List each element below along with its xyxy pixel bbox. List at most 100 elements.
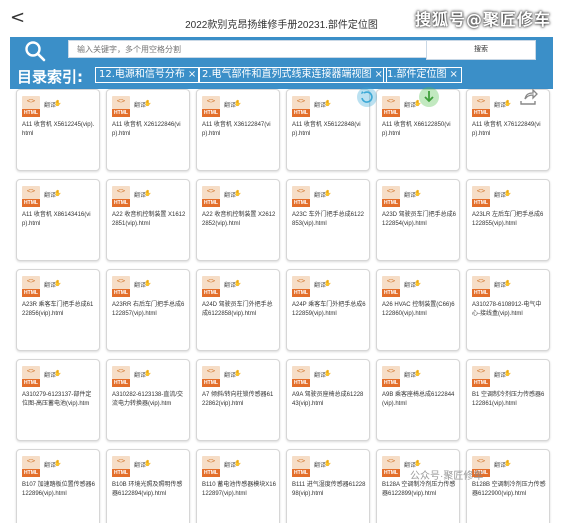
hand-icon: ✋ xyxy=(144,371,152,377)
html-badge: HTML xyxy=(112,379,130,387)
file-name: B128A 空调制冷剂压力传感器6122899(vip).html xyxy=(382,482,456,497)
code-glyph: <> xyxy=(26,277,36,285)
file-card[interactable]: <> HTML 翻译 ✋ A23R 乘客车门把手总成6122856(vip).html xyxy=(16,269,100,351)
html-file-icon: <> HTML xyxy=(292,276,310,298)
search-input[interactable] xyxy=(68,40,441,58)
main-panel: 搜索 目录索引: 12.电源和信号分布× 2.电气部件和直列式线束连接器端视图×… xyxy=(10,37,553,523)
file-name: B107 加速踏板位置传感器6122896(vip).html xyxy=(22,482,96,497)
code-glyph: <> xyxy=(116,367,126,375)
html-file-icon: <> HTML xyxy=(472,96,490,118)
html-file-icon: <> HTML xyxy=(292,366,310,388)
code-glyph: <> xyxy=(116,277,126,285)
code-glyph: <> xyxy=(386,277,396,285)
close-icon[interactable]: × xyxy=(188,69,196,80)
hand-icon: ✋ xyxy=(54,371,62,377)
file-name: A23D 驾驶员车门把手总成6122854(vip).html xyxy=(382,212,457,227)
file-name: A24P 乘客车门外把手总成6122859(vip).html xyxy=(292,302,366,317)
search-icon[interactable] xyxy=(24,40,46,62)
file-card[interactable]: <> HTML 翻译 ✋ B110 蓄电池传感器模块X16122897(vip).htm… xyxy=(196,449,280,523)
search-button[interactable]: 搜索 xyxy=(426,40,536,60)
file-name: A23C 车外门把手总成6122853(vip).html xyxy=(292,212,365,227)
file-card[interactable]: <> HTML 翻译 ✋ B128A 空调制冷剂压力传感器6122899(vip).ht… xyxy=(376,449,460,523)
file-card[interactable]: <> HTML 翻译 ✋ A7 倾斜/转向柱锁传感器6122862(vip).html xyxy=(196,359,280,441)
code-glyph: <> xyxy=(476,277,486,285)
file-card[interactable]: <> HTML 翻译 ✋ A310279-6123137-部件定位图-高压蓄电池(vip… xyxy=(16,359,100,441)
index-chip-power-signal[interactable]: 12.电源和信号分布 × xyxy=(95,67,201,83)
hand-icon: ✋ xyxy=(54,281,62,287)
file-name: A9A 驾驶员座椅总成6122843(vip).html xyxy=(292,392,364,407)
file-name: A7 倾斜/转向柱锁传感器6122862(vip).html xyxy=(202,392,274,407)
index-chip-connector-views[interactable]: 2.电气部件和直列式线束连接器端视图 × xyxy=(198,67,387,83)
html-file-icon: <> HTML xyxy=(112,456,130,478)
file-name: B10B 环境光照及照明传感器6122894(vip).html xyxy=(112,482,183,497)
file-card[interactable]: <> HTML 翻译 ✋ A23RR 右后车门把手总成6122857(vip).html xyxy=(106,269,190,351)
hand-icon: ✋ xyxy=(234,281,242,287)
file-card[interactable]: <> HTML 翻译 ✋ A24P 乘客车门外把手总成6122859(vip).html xyxy=(286,269,370,351)
html-badge: HTML xyxy=(292,469,310,477)
refresh-icon[interactable] xyxy=(356,86,378,108)
file-name: B111 进气湿度传感器6122898(vip).html xyxy=(292,482,366,497)
code-glyph: <> xyxy=(296,367,306,375)
hand-icon: ✋ xyxy=(234,461,242,467)
file-card[interactable]: <> HTML 翻译 ✋ A22 收音机控制装置 X26122852(vip).html xyxy=(196,179,280,261)
hand-icon: ✋ xyxy=(414,461,422,467)
hand-icon: ✋ xyxy=(414,281,422,287)
file-card[interactable]: <> HTML 翻译 ✋ A26 HVAC 控制装置(C66)6122860(vip).… xyxy=(376,269,460,351)
file-card[interactable]: <> HTML 翻译 ✋ A23LR 左后车门把手总成6122855(vip).html xyxy=(466,179,550,261)
file-card[interactable]: <> HTML 翻译 ✋ B1 空调制冷剂压力传感器6122861(vip).html xyxy=(466,359,550,441)
file-card[interactable]: <> HTML 翻译 ✋ B111 进气湿度传感器6122898(vip).html xyxy=(286,449,370,523)
html-badge: HTML xyxy=(472,109,490,117)
file-card[interactable]: <> HTML 翻译 ✋ A310282-6123138-直流/交流电力转换器(vip)… xyxy=(106,359,190,441)
html-file-icon: <> HTML xyxy=(202,366,220,388)
html-badge: HTML xyxy=(472,289,490,297)
code-glyph: <> xyxy=(296,187,306,195)
file-card[interactable]: <> HTML 翻译 ✋ A24D 驾驶员车门外把手总成6122858(vip).htm… xyxy=(196,269,280,351)
html-file-icon: <> HTML xyxy=(202,186,220,208)
file-card[interactable]: <> HTML 翻译 ✋ B107 加速踏板位置传感器6122896(vip).html xyxy=(16,449,100,523)
hand-icon: ✋ xyxy=(144,281,152,287)
file-card[interactable]: <> HTML 翻译 ✋ A23C 车外门把手总成6122853(vip).html xyxy=(286,179,370,261)
code-glyph: <> xyxy=(26,367,36,375)
file-card[interactable]: <> HTML 翻译 ✋ B10B 环境光照及照明传感器6122894(vip).htm… xyxy=(106,449,190,523)
html-badge: HTML xyxy=(202,109,220,117)
html-badge: HTML xyxy=(112,469,130,477)
file-name: A11 收音机 X76122849(vip).html xyxy=(472,122,541,137)
html-badge: HTML xyxy=(472,379,490,387)
file-name: A23RR 右后车门把手总成6122857(vip).html xyxy=(112,302,185,317)
index-chip-component-locator[interactable]: 1.部件定位图 × xyxy=(383,67,462,83)
file-card[interactable]: <> HTML 翻译 ✋ A11 收音机 X5612245(vip).html xyxy=(16,89,100,171)
code-glyph: <> xyxy=(206,457,216,465)
download-icon[interactable] xyxy=(418,86,440,108)
code-glyph: <> xyxy=(476,187,486,195)
html-badge: HTML xyxy=(22,199,40,207)
file-card[interactable]: <> HTML 翻译 ✋ A310278-6108912-电气中心-接线盒(vip).h… xyxy=(466,269,550,351)
file-name: A23R 乘客车门把手总成6122856(vip).html xyxy=(22,302,94,317)
html-badge: HTML xyxy=(382,469,400,477)
hand-icon: ✋ xyxy=(324,191,332,197)
html-file-icon: <> HTML xyxy=(292,96,310,118)
file-card[interactable]: <> HTML 翻译 ✋ A22 收音机控制装置 X16122851(vip).html xyxy=(106,179,190,261)
close-icon[interactable]: × xyxy=(450,69,458,80)
share-icon[interactable] xyxy=(517,86,539,108)
html-file-icon: <> HTML xyxy=(112,186,130,208)
file-name: A26 HVAC 控制装置(C66)6122860(vip).html xyxy=(382,302,455,317)
file-card[interactable]: <> HTML 翻译 ✋ A11 收音机 X36122847(vip).html xyxy=(196,89,280,171)
close-icon[interactable]: × xyxy=(375,69,383,80)
html-file-icon: <> HTML xyxy=(202,96,220,118)
file-card[interactable]: <> HTML 翻译 ✋ A23D 驾驶员车门把手总成6122854(vip).html xyxy=(376,179,460,261)
code-glyph: <> xyxy=(476,457,486,465)
file-name: A11 收音机 X86143416(vip).html xyxy=(22,212,91,227)
hand-icon: ✋ xyxy=(234,191,242,197)
file-card[interactable]: <> HTML 翻译 ✋ A11 收音机 X26122846(vip).html xyxy=(106,89,190,171)
file-name: A11 收音机 X5612245(vip).html xyxy=(22,122,95,137)
file-name: A310278-6108912-电气中心-接线盒(vip).html xyxy=(472,302,542,317)
file-card[interactable]: <> HTML 翻译 ✋ A11 收音机 X86143416(vip).html xyxy=(16,179,100,261)
file-card[interactable]: <> HTML 翻译 ✋ A9B 乘客座椅总成6122844(vip).html xyxy=(376,359,460,441)
file-name: A11 收音机 X66122850(vip).html xyxy=(382,122,451,137)
html-file-icon: <> HTML xyxy=(22,96,40,118)
html-file-icon: <> HTML xyxy=(22,186,40,208)
file-card[interactable]: <> HTML 翻译 ✋ B128B 空调制冷剂压力传感器6122900(vip).ht… xyxy=(466,449,550,523)
hand-icon: ✋ xyxy=(324,281,332,287)
html-badge: HTML xyxy=(202,289,220,297)
file-card[interactable]: <> HTML 翻译 ✋ A9A 驾驶员座椅总成6122843(vip).html xyxy=(286,359,370,441)
